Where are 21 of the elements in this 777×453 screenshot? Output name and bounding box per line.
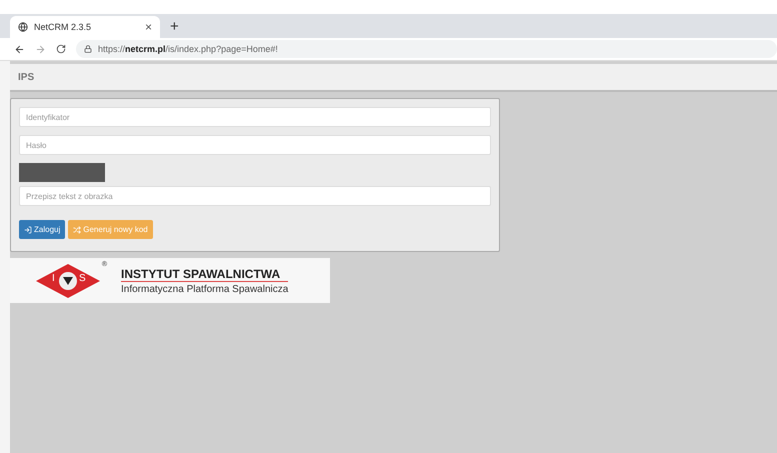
logo-letter: I — [52, 272, 55, 284]
shuffle-icon — [73, 226, 82, 234]
input-field[interactable]: Przepisz tekst z obrazka — [19, 186, 491, 206]
logo-subtitle: Informatyczna Platforma Spawalnicza — [121, 284, 288, 294]
header-title: IPS — [18, 72, 34, 82]
globe-icon — [18, 22, 28, 32]
login-button[interactable]: Zaloguj — [19, 220, 66, 239]
tab-title: NetCRM 2.3.5 — [34, 22, 92, 32]
new-tab-button[interactable]: + — [170, 18, 179, 35]
diamond-logo-icon — [35, 262, 101, 298]
close-tab-button[interactable]: × — [144, 20, 152, 34]
back-icon[interactable] — [14, 44, 25, 54]
lock-icon — [84, 45, 92, 53]
browser-tab[interactable]: NetCRM 2.3.5 × — [10, 16, 160, 38]
input-field[interactable]: Hasło — [19, 135, 491, 155]
input-field[interactable]: Identyfikator — [19, 107, 491, 127]
login-icon — [24, 226, 32, 234]
logo-letter: S — [79, 272, 86, 284]
reload-icon[interactable] — [56, 44, 66, 54]
logo-title: INSTYTUT SPAWALNICTWA — [121, 266, 288, 282]
address-bar[interactable]: https://netcrm.pl/is/index.php?page=Home#! — [76, 40, 777, 58]
